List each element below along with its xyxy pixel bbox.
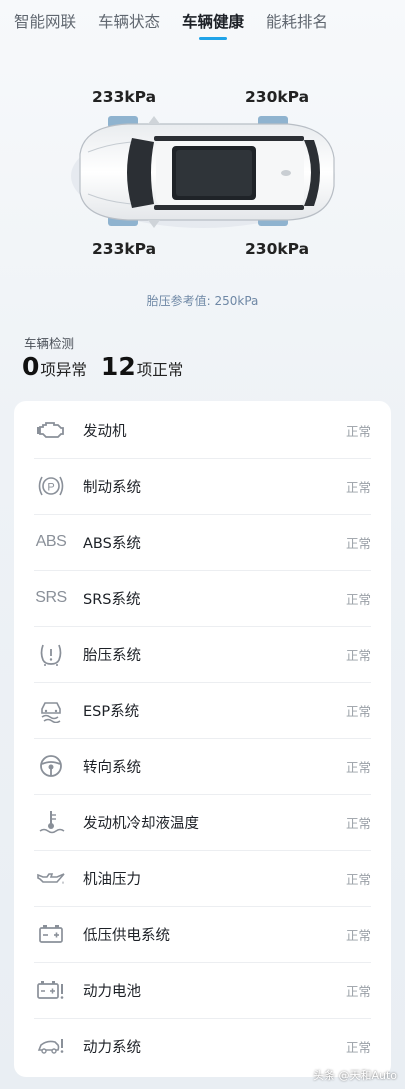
check-item-status: 正常 [345,871,371,887]
check-item-steering[interactable]: 转向系统 正常 [14,738,391,794]
svg-text:P: P [47,482,54,494]
check-item-powertrain[interactable]: 动力系统 正常 [14,1018,391,1074]
check-item-power-battery[interactable]: 动力电池 正常 [14,962,391,1018]
check-item-name: 动力电池 [83,983,141,1000]
check-item-name: ABS系统 [83,535,141,552]
check-item-status: 正常 [345,423,371,439]
vehicle-check-summary: 0 项异常 12 项正常 [22,352,197,381]
check-item-status: 正常 [345,815,371,831]
check-item-status: 正常 [345,1039,371,1055]
check-item-brake[interactable]: P 制动系统 正常 [14,458,391,514]
tire-pressure-front-right: 230kPa [245,88,310,106]
check-item-name: 胎压系统 [83,647,141,664]
check-item-srs[interactable]: SRS SRS系统 正常 [14,570,391,626]
parking-brake-icon: P [34,471,68,501]
normal-label: 项正常 [136,361,184,379]
watermark: 头条 @天和Auto [312,1069,397,1082]
tire-pressure-rear-right: 230kPa [245,240,310,258]
abnormal-count: 0 [22,352,40,381]
tire-pressure-icon [34,639,68,669]
check-item-esp[interactable]: ESP系统 正常 [14,682,391,738]
check-item-low-voltage[interactable]: 低压供电系统 正常 [14,906,391,962]
check-item-name: 发动机冷却液温度 [83,815,199,832]
powertrain-icon [34,1031,68,1061]
check-item-status: 正常 [345,479,371,495]
check-item-coolant-temp[interactable]: 发动机冷却液温度 正常 [14,794,391,850]
check-item-tire-pressure[interactable]: 胎压系统 正常 [14,626,391,682]
tire-pressure-reference: 胎压参考值: 250kPa [146,294,259,308]
check-item-name: 转向系统 [83,759,141,776]
tab-vehicle-health[interactable]: 车辆健康 [182,10,244,40]
tire-pressure-panel: 233kPa 230kPa 233kPa 230kPa 胎压参考值: 250kP… [0,70,405,320]
check-item-status: 正常 [345,983,371,999]
vehicle-check-title: 车辆检测 [24,336,75,351]
tire-pressure-rear-left: 233kPa [92,240,157,258]
check-item-oil-pressure[interactable]: 机油压力 正常 [14,850,391,906]
power-battery-icon [34,975,68,1005]
esp-icon [34,695,68,725]
engine-icon [34,415,68,445]
check-item-abs[interactable]: ABS ABS系统 正常 [14,514,391,570]
tab-smart-connect[interactable]: 智能网联 [14,10,76,40]
check-item-name: SRS系统 [83,591,141,608]
abnormal-label: 项异常 [40,361,87,379]
check-item-status: 正常 [345,647,371,663]
battery-icon [34,919,68,949]
check-item-status: 正常 [345,703,371,719]
top-tabs: 智能网联 车辆状态 车辆健康 能耗排名 [14,10,328,40]
check-item-status: 正常 [345,535,371,551]
check-item-name: ESP系统 [83,703,140,720]
check-list-card: 发动机 正常 P 制动系统 正常 ABS ABS系统 正常 SRS SRS系统 … [14,401,391,1077]
check-item-status: 正常 [345,759,371,775]
check-item-status: 正常 [345,927,371,943]
check-item-name: 低压供电系统 [83,927,170,944]
tire-pressure-front-left: 233kPa [92,88,157,106]
tab-vehicle-status[interactable]: 车辆状态 [98,10,160,40]
check-item-name: 发动机 [83,423,127,440]
check-item-name: 机油压力 [83,871,141,888]
coolant-temp-icon [34,807,68,837]
srs-icon: SRS [35,589,67,606]
check-item-name: 动力系统 [83,1039,141,1056]
steering-wheel-icon [34,751,68,781]
check-item-engine[interactable]: 发动机 正常 [14,402,391,458]
tab-energy-ranking[interactable]: 能耗排名 [266,10,328,40]
normal-count: 12 [100,352,136,381]
check-item-name: 制动系统 [83,479,141,496]
car-top-view-image [71,116,335,228]
check-item-status: 正常 [345,591,371,607]
oil-pressure-icon [34,863,68,893]
abs-icon: ABS [35,533,67,550]
